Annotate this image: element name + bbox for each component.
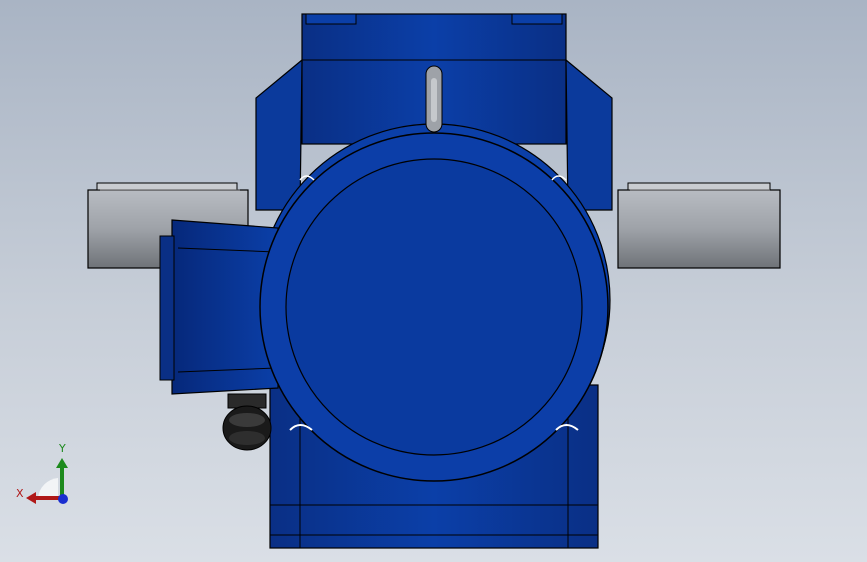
lifting-eye: [425, 65, 443, 133]
reference-triad: Y X: [12, 440, 82, 510]
triad-y-label: Y: [59, 442, 66, 455]
right-output-shaft: [617, 182, 781, 269]
cable-gland: [222, 393, 272, 451]
graphics-viewport[interactable]: Y X: [0, 0, 867, 562]
triad-x-label: X: [16, 487, 24, 500]
gear-motor-model[interactable]: [0, 0, 867, 562]
